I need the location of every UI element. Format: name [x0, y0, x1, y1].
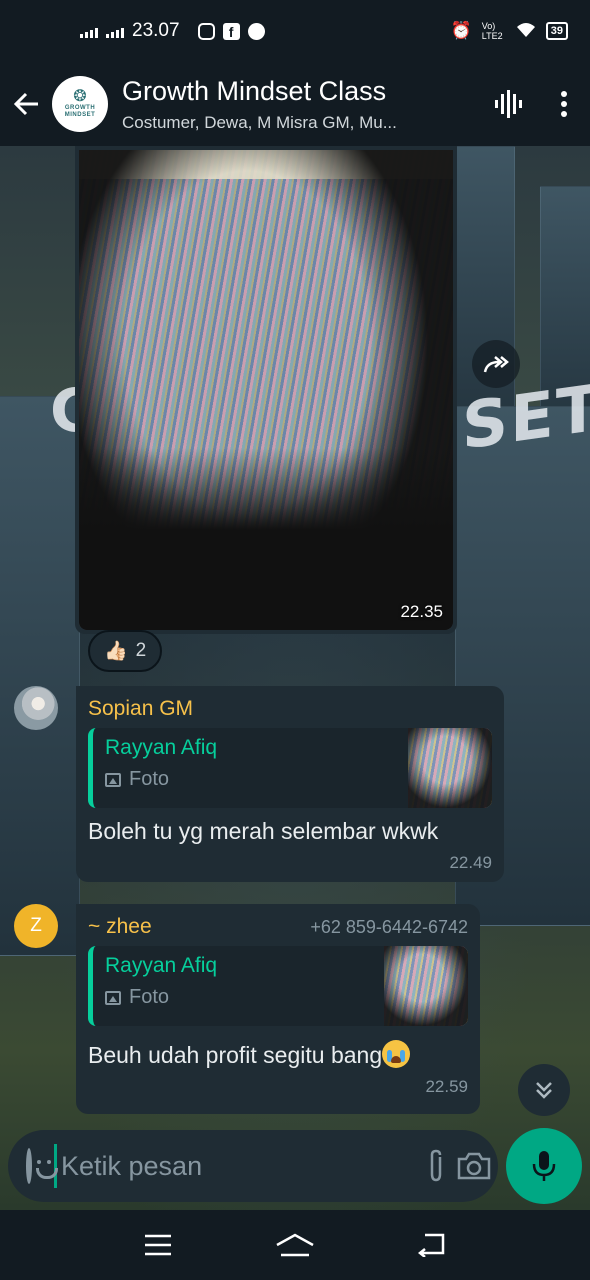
system-nav-bar: [0, 1210, 590, 1280]
attach-button[interactable]: [427, 1143, 445, 1189]
quote-kind: Foto: [105, 768, 396, 791]
back-button[interactable]: [0, 62, 52, 146]
status-time: 23.07: [132, 20, 180, 41]
quote-kind-label: Foto: [129, 768, 170, 790]
group-avatar-text: GROWTH MINDSET: [64, 105, 96, 118]
photo-icon: [105, 990, 121, 1005]
sender-name[interactable]: ~ zhee: [88, 915, 152, 939]
camera-icon: [457, 1152, 491, 1180]
emoji-icon[interactable]: [26, 1148, 58, 1184]
chat-members: Costumer, Dewa, M Misra GM, Mu...: [122, 112, 397, 132]
battery-icon: 39: [545, 22, 568, 40]
alarm-icon: ⏰: [450, 21, 472, 40]
message-bubble[interactable]: ~ zhee +62 859-6442-6742 Rayyan Afiq Fot…: [76, 904, 480, 1114]
chat-title: Growth Mindset Class: [122, 75, 387, 106]
brain-icon: ❂: [73, 88, 87, 105]
more-vertical-icon: [561, 91, 567, 117]
compass-icon: [247, 22, 265, 40]
chevrons-down-icon: [536, 1082, 552, 1099]
image-message[interactable]: 22.35: [75, 146, 457, 634]
forward-icon: [483, 356, 509, 373]
recent-apps-button[interactable]: [138, 1225, 178, 1265]
sender-name[interactable]: Sopian GM: [88, 697, 193, 721]
quoted-message[interactable]: Rayyan Afiq Foto: [88, 946, 468, 1026]
scroll-to-bottom-button[interactable]: [518, 1064, 570, 1116]
lte-label: Vo) LTE2: [481, 21, 503, 41]
message-text: Beuh udah profit segitu bang: [88, 1042, 383, 1068]
home-icon: [276, 1233, 314, 1257]
chat-header: ❂ GROWTH MINDSET Growth Mindset Class Co…: [0, 62, 590, 146]
camera-button[interactable]: [457, 1143, 491, 1189]
signal-icon-2: [106, 24, 124, 38]
home-button[interactable]: [275, 1225, 315, 1265]
message-text: Boleh tu yg merah selembar wkwk: [88, 818, 439, 844]
forward-button[interactable]: [472, 340, 520, 388]
loudly-crying-face-icon: [382, 1040, 411, 1068]
message-input[interactable]: [54, 1144, 415, 1188]
facebook-icon: f: [222, 22, 240, 40]
sender-row: ~ zhee +62 859-6442-6742: [88, 912, 468, 942]
audio-wave-icon: [495, 90, 522, 118]
quote-text: Rayyan Afiq Foto: [93, 728, 408, 808]
quoted-message[interactable]: Rayyan Afiq Foto: [88, 728, 492, 808]
bag-bottom: [79, 447, 453, 630]
money-photo[interactable]: [79, 150, 453, 630]
paperclip-icon: [430, 1149, 442, 1182]
instagram-icon: [197, 22, 215, 40]
status-bar: 23.07 f ⏰ Vo) LTE2 39: [0, 0, 590, 62]
composer: [8, 1130, 498, 1202]
reaction-badge[interactable]: 👍🏻 2: [88, 630, 163, 672]
message-bubble[interactable]: Sopian GM Rayyan Afiq Foto Boleh tu yg m…: [76, 686, 504, 882]
thumbs-up-icon: 👍🏻: [104, 641, 128, 662]
voice-record-button[interactable]: [506, 1128, 582, 1204]
message-text-row: Beuh udah profit segitu bang: [88, 1040, 468, 1069]
signal-icon: [80, 24, 98, 38]
arrow-left-icon: [13, 92, 38, 116]
voice-chat-button[interactable]: [478, 62, 538, 146]
quote-author: Rayyan Afiq: [105, 954, 218, 977]
quote-thumbnail: [408, 728, 492, 808]
quote-kind-label: Foto: [129, 986, 170, 1008]
reaction-count: 2: [135, 640, 147, 661]
chat-title-block[interactable]: Growth Mindset Class Costumer, Dewa, M M…: [122, 76, 478, 133]
message-time: 22.49: [449, 853, 492, 872]
sender-avatar[interactable]: [14, 686, 58, 730]
sender-phone: +62 859-6442-6742: [310, 916, 468, 937]
status-left: 23.07 f: [80, 20, 265, 42]
image-message-time: 22.35: [400, 602, 443, 621]
wifi-icon: [516, 22, 536, 41]
photo-icon: [105, 772, 121, 787]
menu-icon: [145, 1234, 172, 1256]
sender-avatar[interactable]: Z: [14, 904, 58, 948]
back-nav-button[interactable]: [412, 1225, 452, 1265]
quote-text: Rayyan Afiq Foto: [93, 946, 384, 1026]
menu-button[interactable]: [538, 62, 590, 146]
microphone-icon: [532, 1151, 556, 1181]
message-time: 22.59: [425, 1077, 468, 1096]
group-avatar[interactable]: ❂ GROWTH MINDSET: [52, 76, 108, 132]
quote-thumbnail: [384, 946, 468, 1026]
wallpaper-tower-left: [0, 396, 80, 956]
back-nav-icon: [417, 1233, 444, 1257]
quote-author: Rayyan Afiq: [105, 736, 218, 759]
quote-kind: Foto: [105, 986, 372, 1009]
status-right: ⏰ Vo) LTE2 39: [451, 21, 568, 41]
sender-row: Sopian GM: [88, 694, 492, 724]
